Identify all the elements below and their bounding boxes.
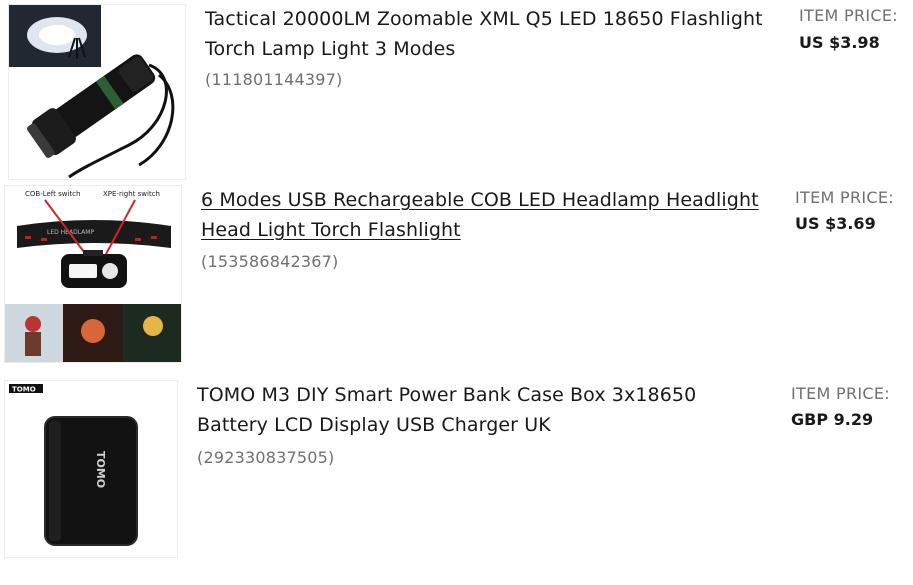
item-title-line: Tactical 20000LM Zoomable XML Q5 LED 186… (205, 8, 763, 30)
list-item: Tactical 20000LM Zoomable XML Q5 LED 186… (0, 0, 913, 185)
device-brand-text: TOMO (94, 451, 107, 488)
list-item: COB-Left switch XPE-right switch LED HEA… (0, 185, 913, 380)
item-title-line: TOMO M3 DIY Smart Power Bank Case Box 3x… (197, 384, 697, 406)
item-title[interactable]: Tactical 20000LM Zoomable XML Q5 LED 186… (205, 4, 785, 64)
item-number: (153586842367) (201, 252, 339, 271)
flashlight-image (9, 5, 185, 179)
headlamp-image: COB-Left switch XPE-right switch LED HEA… (5, 186, 181, 362)
product-image[interactable]: COB-Left switch XPE-right switch LED HEA… (4, 185, 182, 363)
price-value: GBP 9.29 (791, 410, 874, 429)
left-switch-label: COB-Left switch (25, 190, 80, 198)
item-title-line: Battery LCD Display USB Charger UK (197, 414, 551, 436)
item-number: (111801144397) (205, 70, 343, 89)
item-title-line: Head Light Torch Flashlight (201, 219, 461, 241)
right-switch-label: XPE-right switch (103, 190, 160, 198)
tomo-logo: TOMO (12, 386, 36, 394)
item-number: (292330837505) (197, 448, 335, 467)
item-title[interactable]: TOMO M3 DIY Smart Power Bank Case Box 3x… (197, 380, 787, 440)
price-label: ITEM PRICE: (795, 188, 894, 207)
price-label: ITEM PRICE: (799, 6, 898, 25)
price-value: US $3.98 (799, 33, 880, 52)
price-value: US $3.69 (795, 214, 876, 233)
product-image[interactable] (8, 4, 186, 180)
item-title-line: 6 Modes USB Rechargeable COB LED Headlam… (201, 189, 759, 211)
price-label: ITEM PRICE: (791, 384, 890, 403)
item-title-line: Torch Lamp Light 3 Modes (205, 38, 456, 60)
item-title-link[interactable]: 6 Modes USB Rechargeable COB LED Headlam… (201, 185, 791, 245)
power-bank-image: TOMO TOMO (5, 381, 177, 557)
list-item: TOMO TOMO TOMO M3 DIY Smart Power Bank C… (0, 380, 913, 585)
product-image[interactable]: TOMO TOMO (4, 380, 178, 558)
